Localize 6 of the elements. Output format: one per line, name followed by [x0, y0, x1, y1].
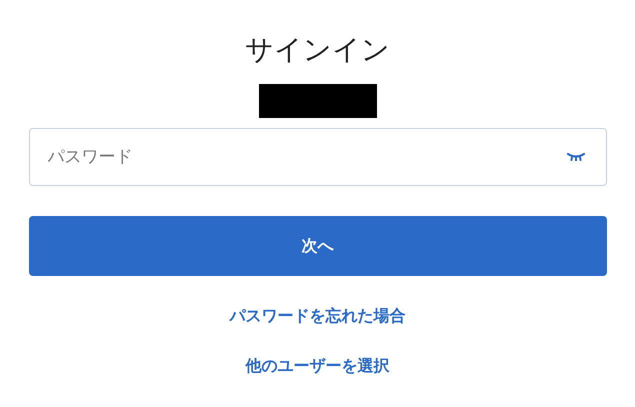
password-field[interactable]: パスワード	[28, 128, 606, 186]
closed-eye-icon[interactable]	[566, 153, 584, 161]
page-title: サインイン	[245, 32, 390, 68]
link[interactable]: 他のユーザーを選択	[246, 356, 390, 376]
link[interactable]: パスワードを忘れた場合	[230, 306, 406, 326]
next-button[interactable]: 次へ	[28, 216, 606, 276]
